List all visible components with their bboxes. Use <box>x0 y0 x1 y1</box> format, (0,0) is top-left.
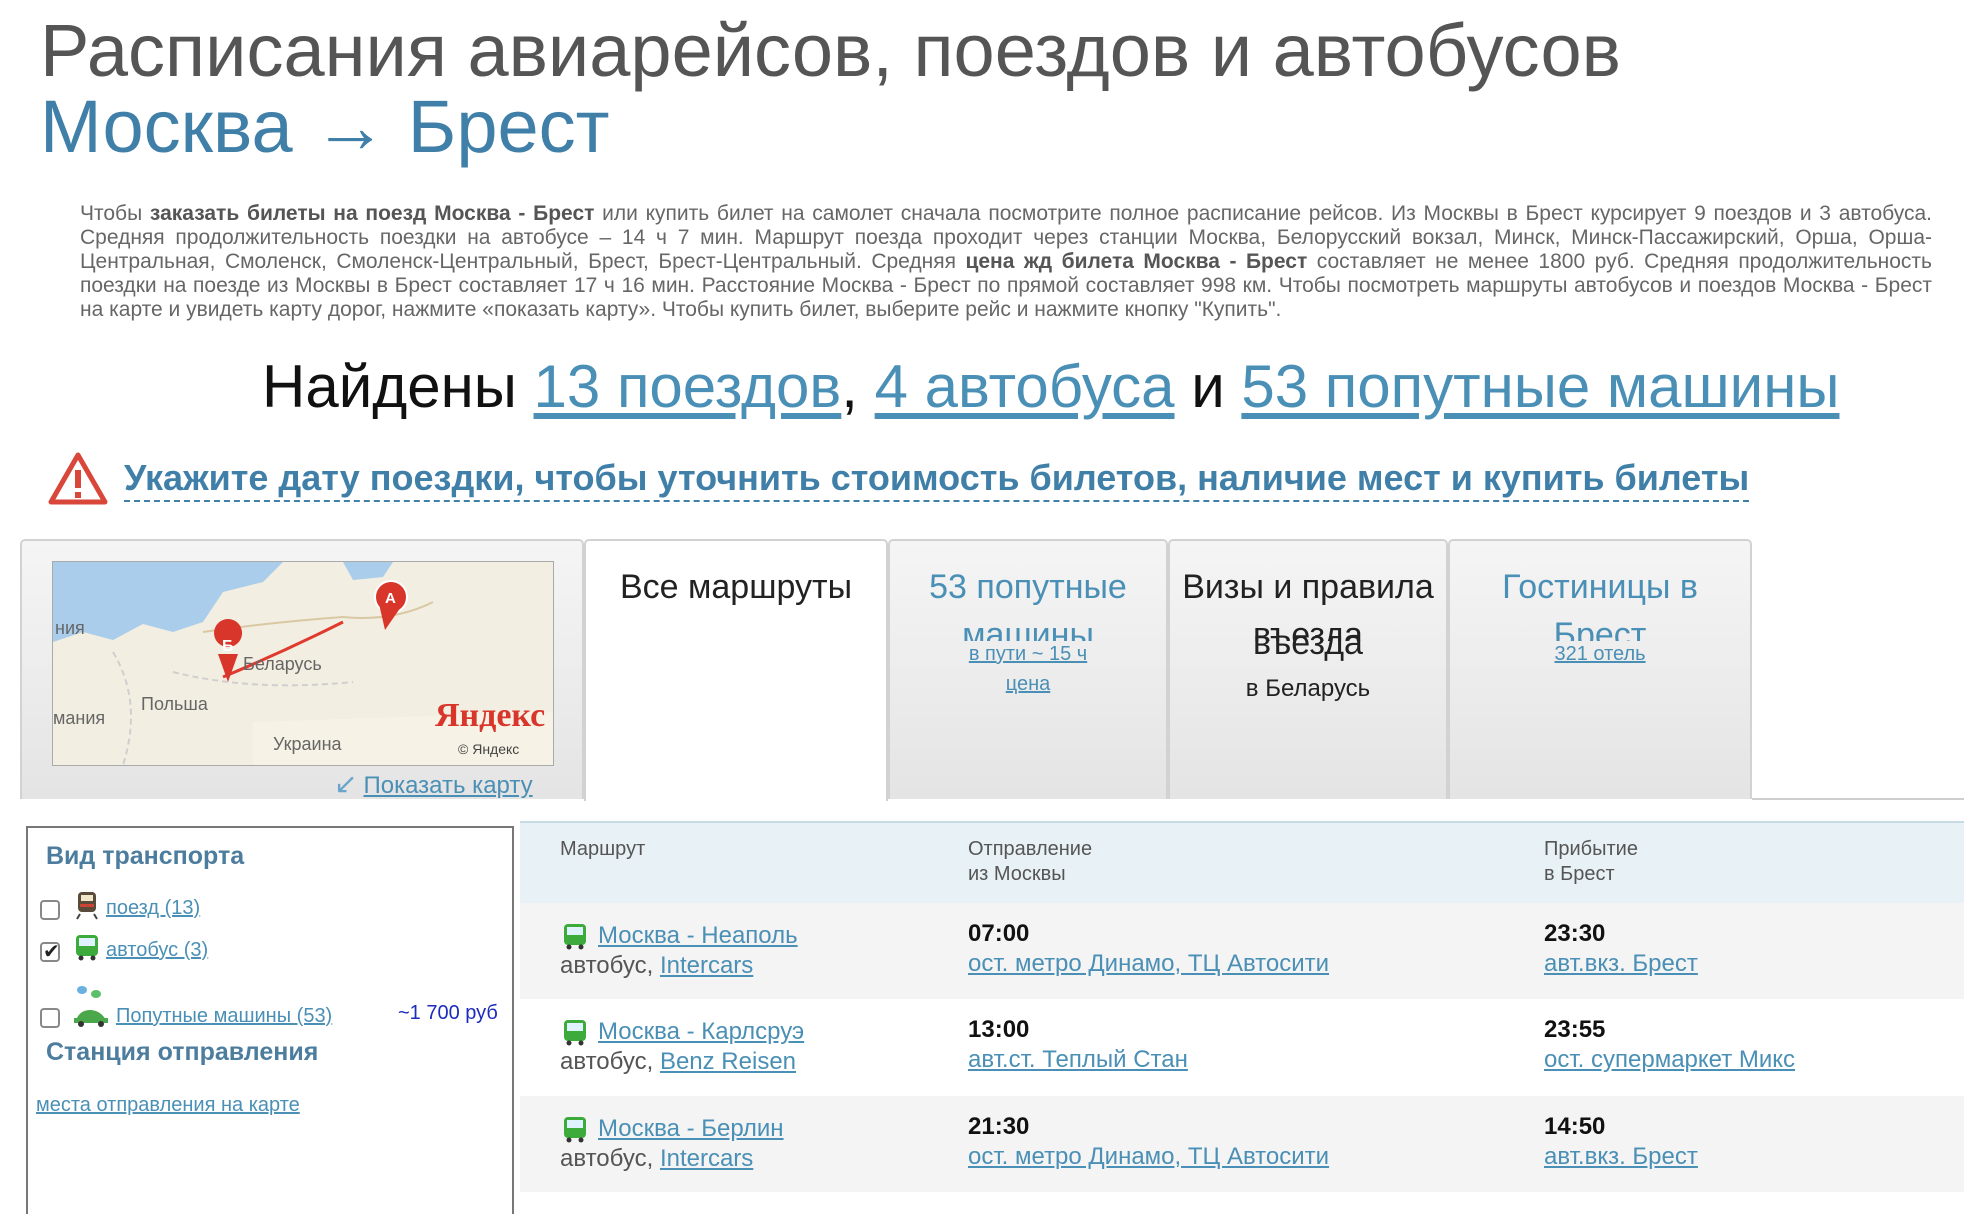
departure-cell: 13:00 авт.ст. Теплый Стан <box>968 1015 1188 1075</box>
page-title: Расписания авиарейсов, поездов и автобус… <box>40 9 1621 92</box>
warning-icon <box>48 452 108 505</box>
rideshare-icon <box>74 986 108 1027</box>
route-cell: Москва - Берлин автобус, Intercars <box>560 1114 784 1172</box>
departure-cell: 21:30 ост. метро Динамо, ТЦ Автосити <box>968 1112 1329 1172</box>
departure-time: 13:00 <box>968 1016 1030 1043</box>
rideshare-duration-link[interactable]: в пути ~ 15 ч <box>969 643 1087 665</box>
results-table-header: Маршрут Отправление из Москвы Прибытие в Б… <box>520 821 1964 905</box>
train-filter-link[interactable]: поезд (13) <box>106 897 200 920</box>
svg-text:Польша: Польша <box>141 694 209 714</box>
arrival-time: 14:50 <box>1544 1113 1606 1140</box>
hotels-count-link[interactable]: 321 отель <box>1554 643 1645 665</box>
departure-place-link[interactable]: авт.ст. Теплый Стан <box>968 1046 1188 1073</box>
filter-train[interactable]: поезд (13) <box>40 890 200 920</box>
col-route: Маршрут <box>560 838 646 860</box>
svg-text:A: A <box>385 590 396 607</box>
station-map-link-wrap: места отправления на карте <box>36 1094 300 1117</box>
bus-checkbox[interactable] <box>40 939 60 964</box>
rideshare-filter-link[interactable]: Попутные машины (53) <box>116 1005 332 1028</box>
arrival-place-link[interactable]: авт.вкз. Брест <box>1544 1143 1698 1170</box>
table-row[interactable]: Москва - Берлин автобус, Intercars 21:30… <box>520 1096 1964 1192</box>
rideshare-count-link[interactable]: 53 попутные машины <box>1241 353 1839 420</box>
bus-icon <box>564 924 586 950</box>
route-map[interactable]: Б A Беларусь Польша Украина мания ния Ян… <box>52 561 554 766</box>
bus-icon <box>76 935 98 961</box>
departure-cell: 07:00 ост. метро Динамо, ТЦ Автосити <box>968 919 1329 979</box>
transport-heading: Вид транспорта <box>46 842 245 870</box>
intro-bold-2: цена жд билета Москва - Брест <box>965 250 1308 273</box>
route-cell: Москва - Неаполь автобус, Intercars <box>560 921 798 979</box>
svg-text:© Яндекс: © Яндекс <box>458 741 519 757</box>
bus-icon <box>564 1020 586 1046</box>
arrival-time: 23:30 <box>1544 920 1606 947</box>
arrival-cell: 14:50 авт.вкз. Брест <box>1544 1112 1698 1172</box>
arrow-down-left-icon: ↙ <box>334 768 358 799</box>
departure-place-link[interactable]: ост. метро Динамо, ТЦ Автосити <box>968 950 1329 977</box>
map-graphic: Б A Беларусь Польша Украина мания ния Ян… <box>53 562 553 765</box>
departure-place-link[interactable]: ост. метро Динамо, ТЦ Автосити <box>968 1143 1329 1170</box>
route-cell: Москва - Карлсруэ автобус, Benz Reisen <box>560 1017 805 1075</box>
arrival-time: 23:55 <box>1544 1016 1606 1043</box>
rideshare-checkbox[interactable] <box>40 1008 60 1028</box>
table-row[interactable]: Москва - Неаполь автобус, Intercars 07:0… <box>520 903 1964 999</box>
svg-text:Беларусь: Беларусь <box>243 654 322 674</box>
station-heading: Станция отправления <box>46 1038 319 1066</box>
bus-icon <box>564 1117 586 1143</box>
bus-filter-link[interactable]: автобус (3) <box>106 939 208 962</box>
col-departure: Отправление из Москвы <box>968 838 1093 885</box>
route-link[interactable]: Москва - Берлин <box>598 1114 784 1144</box>
found-summary: Найдены 13 поездов, 4 автобуса и 53 попу… <box>262 353 1840 420</box>
tab-hotels-sub: 321 отель <box>1450 639 1750 669</box>
route-link[interactable]: Москва - Карлсруэ <box>598 1017 804 1047</box>
buses-count-link[interactable]: 4 автобуса <box>875 353 1175 420</box>
rideshare-price: ~1 700 руб <box>398 1002 498 1024</box>
intro-bold-1: заказать билеты на поезд Москва - Брест <box>149 202 595 225</box>
carrier-link[interactable]: Benz Reisen <box>660 1048 796 1075</box>
carrier-link[interactable]: Intercars <box>660 1145 753 1172</box>
map-panel: Б A Беларусь Польша Украина мания ния Ян… <box>20 539 584 799</box>
svg-text:ния: ния <box>55 618 85 638</box>
table-row[interactable]: Москва - Карлсруэ автобус, Benz Reisen 1… <box>520 999 1964 1095</box>
date-prompt: Укажите дату поездки, чтобы уточнить сто… <box>48 452 1750 506</box>
page: Расписания авиарейсов, поездов и автобус… <box>0 0 1964 1214</box>
carrier-link[interactable]: Intercars <box>660 952 753 979</box>
show-map-control: ↙ Показать карту <box>334 767 533 799</box>
departure-time: 07:00 <box>968 920 1030 947</box>
tab-hotels[interactable]: Гостиницы в Брест 321 отель <box>1448 539 1752 799</box>
departure-time: 21:30 <box>968 1113 1030 1140</box>
filter-rideshare[interactable]: Попутные машины (53) <box>40 984 332 1028</box>
route-link[interactable]: Москва - Неаполь <box>598 921 798 951</box>
svg-text:мания: мания <box>53 708 105 728</box>
svg-text:Яндекс: Яндекс <box>435 697 545 734</box>
train-checkbox[interactable] <box>40 900 60 920</box>
arrival-place-link[interactable]: ост. супермаркет Микс <box>1544 1046 1795 1073</box>
filter-bus[interactable]: автобус (3) <box>40 932 208 964</box>
tab-all-routes-label: Все маршруты <box>619 568 853 606</box>
tabs-baseline <box>1752 798 1964 800</box>
tab-visas-sub: в Беларусь <box>1245 675 1371 702</box>
arrival-cell: 23:30 авт.вкз. Брест <box>1544 919 1698 979</box>
intro-text: Чтобы заказать билеты на поезд Москва - … <box>80 202 1932 321</box>
svg-text:Украина: Украина <box>273 734 343 754</box>
filter-sidebar: Вид транспорта поезд (13) автобус (3) <box>26 826 514 1214</box>
show-map-link[interactable]: Показать карту <box>363 772 532 799</box>
station-map-link[interactable]: места отправления на карте <box>36 1094 300 1116</box>
tab-all-routes[interactable]: Все маршруты <box>584 539 888 801</box>
tab-rideshare-sub: в пути ~ 15 ч цена <box>890 639 1166 699</box>
train-icon <box>76 892 98 920</box>
tab-visas[interactable]: Визы и правила въезда въезда в Беларусь <box>1168 539 1448 799</box>
col-arrival: Прибытие в Брест <box>1544 838 1638 885</box>
arrival-place-link[interactable]: авт.вкз. Брест <box>1544 950 1698 977</box>
rideshare-price-link[interactable]: цена <box>1006 673 1051 695</box>
trains-count-link[interactable]: 13 поездов <box>534 353 842 420</box>
arrival-cell: 23:55 ост. супермаркет Микс <box>1544 1015 1795 1075</box>
route-title: Москва → Брест <box>40 85 610 168</box>
date-prompt-link[interactable]: Укажите дату поездки, чтобы уточнить сто… <box>124 456 1750 502</box>
svg-text:Б: Б <box>222 638 234 655</box>
tab-rideshare[interactable]: 53 попутные машины в пути ~ 15 ч цена <box>888 539 1168 799</box>
